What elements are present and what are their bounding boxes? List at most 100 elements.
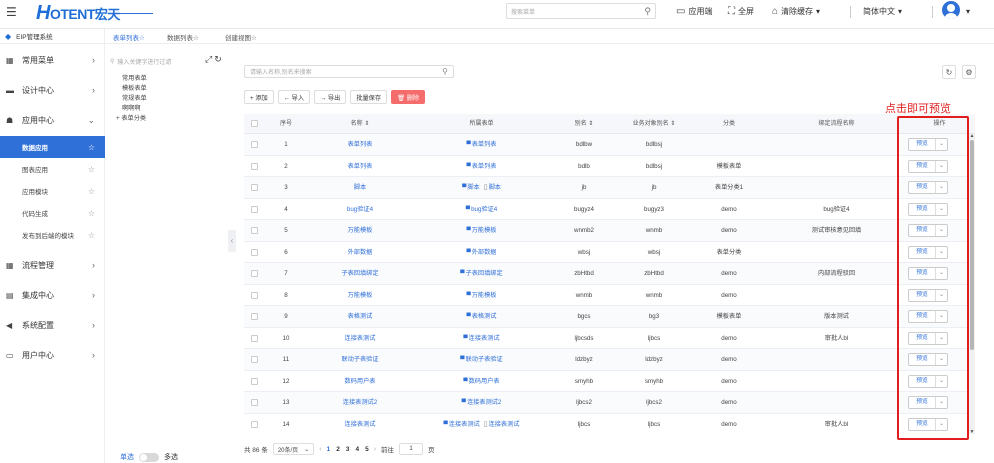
row-checkbox[interactable] — [251, 248, 258, 256]
preview-button[interactable]: 预览 ⌄ — [908, 245, 948, 259]
tree-node[interactable]: + 表单分类 — [116, 113, 146, 122]
tab-form-list[interactable]: 表单列表☆ — [113, 32, 145, 42]
table-row[interactable]: 3 脚本 ▀脚本 ▯脚本 jb jb 表单分类1 预览 ⌄ — [244, 177, 975, 199]
row-checkbox[interactable] — [251, 162, 258, 170]
preview-dropdown-icon[interactable]: ⌄ — [936, 182, 947, 193]
sidebar-item-integration[interactable]: ▤ 集成中心 › — [0, 280, 105, 310]
preview-dropdown-icon[interactable]: ⌄ — [936, 311, 947, 322]
row-checkbox[interactable] — [251, 227, 258, 234]
owning-form-link[interactable]: 连接表测试 — [489, 421, 520, 428]
preview-label[interactable]: 预览 — [909, 311, 936, 322]
tree-node[interactable]: 模板表单 — [122, 83, 147, 92]
select-all-checkbox[interactable] — [251, 120, 258, 127]
preview-button[interactable]: 预览 ⌄ — [908, 331, 948, 345]
owning-form-link[interactable]: 连接表测试 — [469, 335, 500, 342]
page-number-4[interactable]: 4 — [355, 446, 359, 453]
owning-form-link[interactable]: 数码用户表 — [469, 378, 500, 385]
table-row[interactable]: 7 子表回填绑定 ▀子表回填绑定 zbHtbd zbHtbd demo 内部流程驳回 预览 ⌄ — [244, 263, 975, 285]
preview-button[interactable]: 预览 ⌄ — [908, 396, 948, 409]
preview-label[interactable]: 预览 — [909, 160, 936, 172]
preview-label[interactable]: 预览 — [909, 418, 936, 430]
export-button[interactable]: → 导出 — [314, 90, 347, 104]
sidebar-item-flow[interactable]: ▦ 流程管理 › — [0, 250, 105, 280]
panel-collapse-handle[interactable]: ‹ — [228, 230, 236, 252]
preview-dropdown-icon[interactable]: ⌄ — [936, 419, 947, 430]
preview-button[interactable]: 预览 ⌄ — [908, 202, 948, 216]
tree-node[interactable]: 常规表单 — [122, 93, 147, 102]
table-row[interactable]: 12 数码用户表 ▀数码用户表 smyhb smyhb demo 预览 ⌄ — [244, 370, 975, 393]
preview-dropdown-icon[interactable]: ⌄ — [936, 204, 947, 215]
table-row[interactable]: 10 连接表测试 ▀连接表测试 ljbcsds ljbcs demo 审批人bl 预览 ⌄ — [244, 327, 975, 349]
preview-button[interactable]: 预览 ⌄ — [908, 159, 948, 173]
owning-form-link[interactable]: 脚本 — [489, 184, 501, 191]
form-name-link[interactable]: 数码用户表 — [306, 371, 414, 393]
preview-label[interactable]: 预览 — [909, 182, 936, 193]
owning-form-link[interactable]: 连接表测试2 — [467, 399, 501, 406]
batch-save-button[interactable]: 批量保存 — [350, 90, 388, 104]
add-button[interactable]: + 添加 — [244, 90, 274, 104]
form-name-link[interactable]: 表格测试 — [306, 306, 414, 328]
next-page-icon[interactable]: › — [374, 446, 376, 453]
preview-dropdown-icon[interactable]: ⌄ — [936, 268, 947, 279]
goto-page-input[interactable]: 1 — [399, 443, 424, 455]
star-icon[interactable]: ☆ — [88, 209, 95, 218]
star-icon[interactable]: ☆ — [88, 165, 95, 174]
column-header[interactable]: 名称 ⇕ — [306, 114, 414, 134]
tree-filter-input[interactable]: ⚲ 输入关键字进行过滤 — [110, 55, 210, 67]
form-name-link[interactable]: bug验证4 — [306, 199, 414, 221]
user-avatar[interactable] — [942, 1, 960, 19]
tree-node[interactable]: 常用表单 — [122, 73, 147, 82]
import-button[interactable]: ← 导入 — [277, 90, 311, 104]
fullscreen-button[interactable]: ⛶ 全屏 — [728, 6, 754, 17]
preview-button[interactable]: 预览 ⌄ — [908, 417, 948, 431]
form-name-link[interactable]: 脚本 — [306, 177, 414, 199]
preview-label[interactable]: 预览 — [909, 354, 936, 365]
preview-label[interactable]: 预览 — [909, 139, 936, 150]
preview-label[interactable]: 预览 — [909, 268, 936, 279]
table-row[interactable]: 1 表单列表 ▀表单列表 bdlbw bdlbsj 预览 ⌄ — [244, 134, 975, 156]
row-checkbox[interactable] — [251, 184, 258, 191]
owning-form-link[interactable]: bug验证4 — [471, 206, 497, 213]
menu-toggle-icon[interactable]: ☰ — [6, 6, 18, 18]
preview-button[interactable]: 预览 ⌄ — [908, 374, 948, 388]
owning-form-link[interactable]: 万能模板 — [472, 292, 497, 299]
row-checkbox[interactable] — [251, 313, 258, 320]
preview-button[interactable]: 预览 ⌄ — [908, 224, 948, 237]
preview-label[interactable]: 预览 — [909, 332, 936, 344]
table-row[interactable]: 4 bug验证4 ▀bug验证4 bugyz4 bugyz3 demo bug验证4 预览 ⌄ — [244, 198, 975, 221]
form-name-link[interactable]: 子表回填绑定 — [306, 263, 414, 285]
preview-button[interactable]: 预览 ⌄ — [908, 288, 948, 302]
owning-form-link[interactable]: 子表回填绑定 — [466, 270, 503, 277]
preview-dropdown-icon[interactable]: ⌄ — [936, 333, 947, 344]
prev-page-icon[interactable]: ‹ — [319, 446, 321, 453]
table-row[interactable]: 11 联动子表验证 ▀联动子表验证 ldzbyz ldzbyz demo 预览 ⌄ — [244, 349, 975, 371]
table-row[interactable]: 6 外部数据 ▀外部数据 wbsj wbsj 表单分类 预览 ⌄ — [244, 241, 975, 264]
owning-form-link[interactable]: 脚本 — [467, 184, 479, 191]
row-checkbox[interactable] — [251, 205, 258, 213]
sidebar-subitem-2[interactable]: 图表应用 ☆ — [0, 158, 105, 180]
collapse-tree-icon[interactable]: ⤢ — [205, 54, 214, 64]
preview-label[interactable]: 预览 — [909, 246, 936, 258]
owning-form-link[interactable]: 表单列表 — [472, 141, 497, 148]
form-name-link[interactable]: 外部数据 — [306, 242, 414, 264]
sidebar-item-design[interactable]: ▬ 设计中心 › — [0, 75, 105, 105]
owning-form-link[interactable]: 表格测试 — [472, 313, 497, 320]
sidebar-subitem-3[interactable]: 应用模块 ☆ — [0, 180, 105, 202]
preview-button[interactable]: 预览 ⌄ — [908, 310, 948, 323]
table-row[interactable]: 5 万能模板 ▀万能模板 wnmb2 wnmb demo 测试审核意见回填 预览 ⌄ — [244, 220, 975, 242]
preview-dropdown-icon[interactable]: ⌄ — [936, 225, 947, 236]
table-row[interactable]: 13 连接表测试2 ▀连接表测试2 ljbcs2 ljbcs2 demo 预览 ⌄ — [244, 392, 975, 414]
search-icon[interactable]: ⚲ — [644, 6, 651, 17]
column-header[interactable]: 别名 ⇕ — [549, 114, 619, 134]
row-checkbox[interactable] — [251, 270, 258, 277]
page-number-5[interactable]: 5 — [365, 446, 369, 453]
preview-button[interactable]: 预览 ⌄ — [908, 267, 948, 280]
app-client-button[interactable]: ▭ 应用端 — [676, 6, 712, 17]
form-name-link[interactable]: 连接表测试 — [306, 414, 414, 435]
sidebar-subitem-1[interactable]: 数据应用 ☆ — [0, 136, 105, 158]
page-number-1[interactable]: 1 — [327, 446, 331, 453]
table-row[interactable]: 14 连接表测试 ▀连接表测试 ▯连接表测试 ljbcs ljbcs demo 审批人bl 预览… — [244, 413, 975, 435]
sidebar-item-user-center[interactable]: ▭ 用户中心 › — [0, 340, 105, 370]
tab-data-list[interactable]: 数据列表☆ — [167, 32, 199, 42]
preview-dropdown-icon[interactable]: ⌄ — [936, 247, 947, 258]
